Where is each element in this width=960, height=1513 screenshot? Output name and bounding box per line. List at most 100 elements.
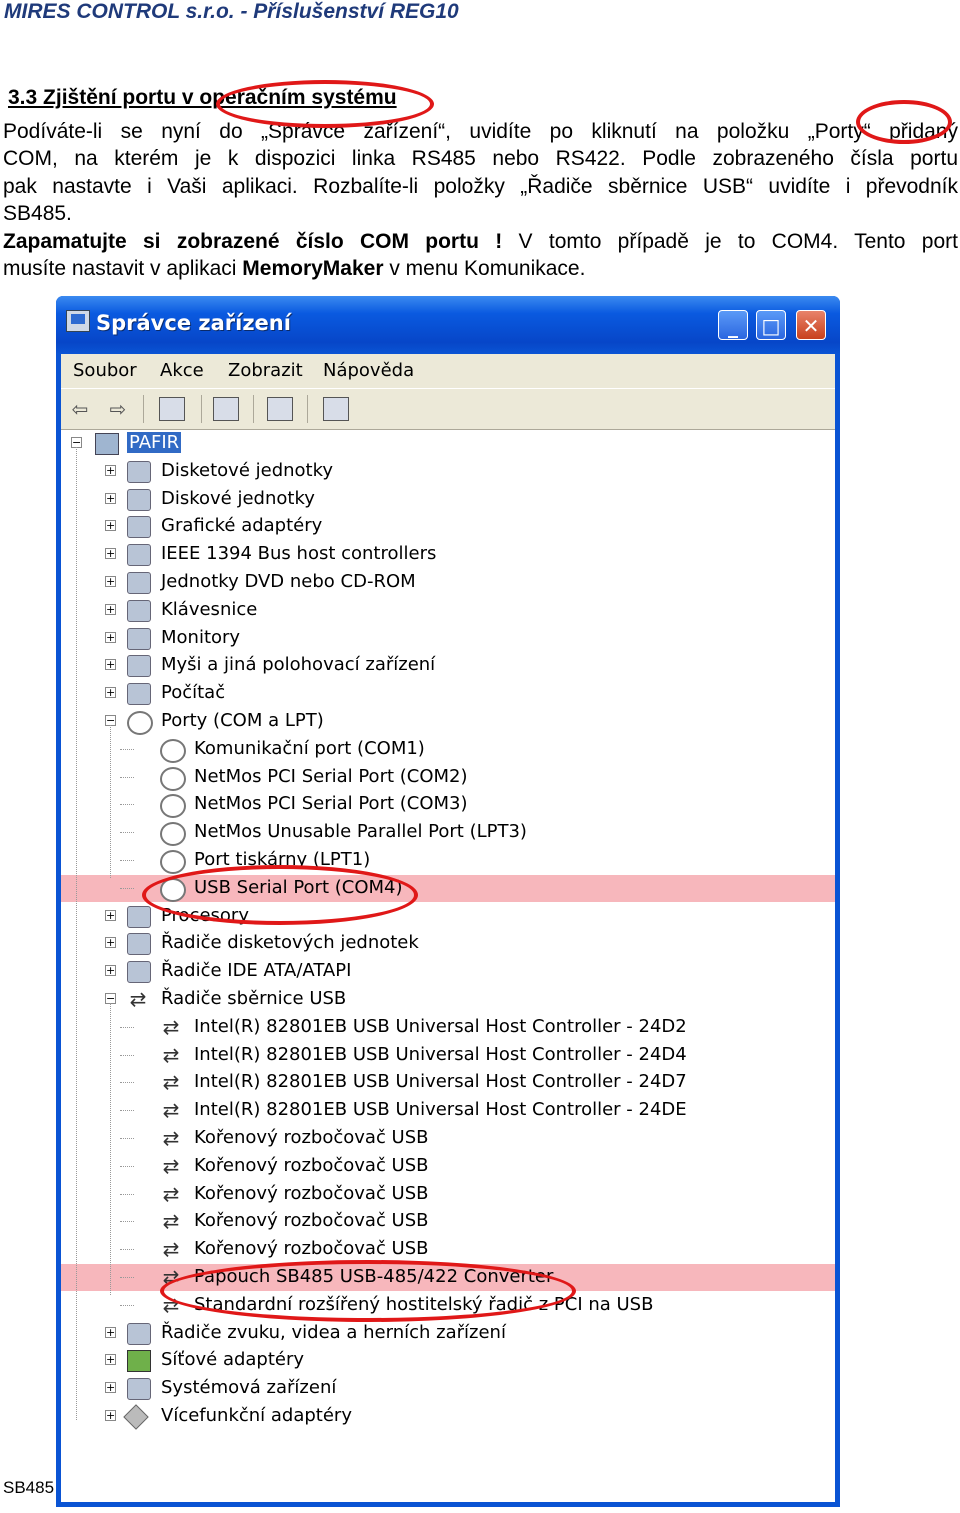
tree-connector [120, 804, 134, 806]
tree-row[interactable]: + Vícefunkční adaptéry [61, 1403, 835, 1430]
show-hide-tree-icon[interactable] [159, 397, 185, 421]
para2-text: musíte nastavit v aplikaci [3, 257, 243, 281]
tree-row[interactable]: NetMos PCI Serial Port (COM2) [61, 764, 835, 791]
tree-row[interactable]: + Řadiče IDE ATA/ATAPI [61, 958, 835, 985]
menu-akce[interactable]: Akce [160, 360, 204, 381]
tree-item-label: NetMos Unusable Parallel Port (LPT3) [194, 821, 527, 843]
help-icon[interactable] [267, 397, 293, 421]
tree-item-label: Disketové jednotky [161, 459, 334, 481]
tree-row[interactable]: + Řadiče disketových jednotek [61, 930, 835, 957]
computer-icon [95, 433, 119, 455]
port-icon [160, 822, 186, 847]
expand-icon[interactable]: + [105, 631, 116, 643]
tree-item-label: Systémová zařízení [161, 1377, 337, 1399]
tree-row[interactable]: NetMos Unusable Parallel Port (LPT3) [61, 819, 835, 847]
tree-row[interactable]: ⇄ Intel(R) 82801EB USB Universal Host Con… [61, 1042, 835, 1069]
port-icon [160, 738, 186, 763]
tree-row[interactable]: + Řadiče zvuku, videa a herních zařízení [61, 1320, 835, 1347]
expand-icon[interactable]: + [105, 965, 116, 977]
tree-connector [120, 1304, 134, 1306]
back-arrow-icon[interactable]: ⇦ [67, 397, 93, 421]
expand-icon[interactable]: + [105, 492, 116, 504]
expand-icon[interactable]: + [105, 520, 116, 532]
menu-soubor[interactable]: Soubor [73, 360, 137, 381]
minimize-button[interactable]: _ [718, 310, 748, 340]
usb-icon: ⇄ [162, 1126, 180, 1150]
tree-row[interactable]: ⇄ Kořenový rozbočovač USB [61, 1208, 835, 1235]
tree-item-label: IEEE 1394 Bus host controllers [161, 543, 437, 565]
expand-icon[interactable]: + [105, 576, 116, 587]
close-button[interactable]: ✕ [796, 310, 826, 340]
tree-row[interactable]: + Počítač [61, 680, 835, 707]
tree-row[interactable]: − Porty (COM a LPT) [61, 708, 835, 735]
expand-icon[interactable]: + [105, 909, 116, 921]
device-icon [127, 516, 151, 539]
tree-item-label: Kořenový rozbočovač USB [194, 1238, 429, 1260]
tree-row[interactable]: Komunikační port (COM1) [61, 736, 835, 763]
menu-napoveda[interactable]: Nápověda [323, 360, 414, 381]
usb-icon: ⇄ [129, 987, 147, 1011]
toolbar-separator [143, 395, 144, 423]
title-bar[interactable]: Správce zařízení _ □ ✕ [56, 296, 840, 354]
print-icon[interactable] [213, 397, 239, 421]
expand-icon[interactable]: + [105, 687, 116, 699]
properties-icon[interactable] [323, 397, 349, 421]
paragraph-1: Podíváte-li se nyní do „Správce zařízení… [3, 118, 958, 227]
expand-icon[interactable]: + [105, 548, 116, 560]
usb-icon: ⇄ [162, 1181, 180, 1206]
tree-row[interactable]: + Síťové adaptéry [61, 1347, 835, 1374]
tree-row[interactable]: − PAFIR [61, 430, 835, 457]
tree-item-label: Klávesnice [161, 598, 258, 620]
annotation-ellipse [142, 865, 418, 925]
tree-item-label: Komunikační port (COM1) [194, 737, 425, 759]
expand-icon[interactable]: + [105, 464, 116, 476]
expand-icon[interactable]: + [105, 1410, 116, 1421]
tree-row[interactable]: + Monitory [61, 625, 835, 652]
toolbar-separator [307, 395, 308, 423]
tree-item-label: Intel(R) 82801EB USB Universal Host Cont… [194, 1015, 687, 1037]
device-icon [127, 961, 151, 984]
tree-row[interactable]: + Grafické adaptéry [61, 513, 835, 540]
tree-row[interactable]: + Disketové jednotky [61, 458, 835, 485]
tree-row[interactable]: − ⇄ Řadiče sběrnice USB [61, 986, 835, 1013]
tree-row[interactable]: Port tiskárny (LPT1) [61, 847, 835, 874]
tree-connector [120, 1138, 134, 1139]
toolbar: ⇦ ⇨ [61, 388, 835, 430]
tree-row[interactable]: ⇄ Kořenový rozbočovač USB [61, 1125, 835, 1152]
expand-icon[interactable]: + [105, 937, 116, 949]
annotation-ellipse [160, 1260, 576, 1322]
expand-icon[interactable]: + [105, 1382, 116, 1394]
usb-icon: ⇄ [162, 1153, 180, 1178]
tree-item-label: Grafické adaptéry [161, 515, 323, 537]
device-icon [127, 599, 151, 622]
expand-icon[interactable]: + [105, 659, 116, 671]
expand-icon[interactable]: + [105, 1354, 116, 1366]
tree-row[interactable]: ⇄ Intel(R) 82801EB USB Universal Host Con… [61, 1097, 835, 1124]
tree-row[interactable]: + Systémová zařízení [61, 1375, 835, 1402]
tree-row[interactable]: ⇄ Kořenový rozbočovač USB [61, 1153, 835, 1180]
tree-row[interactable]: ⇄ Intel(R) 82801EB USB Universal Host Con… [61, 1014, 835, 1041]
tree-row[interactable]: + Klávesnice [61, 597, 835, 624]
tree-item-label: NetMos PCI Serial Port (COM3) [194, 793, 468, 815]
tree-row[interactable]: + Myši a jiná polohovací zařízení [61, 652, 835, 679]
para2-line-2: musíte nastavit v aplikaci MemoryMaker v… [3, 255, 958, 282]
maximize-button[interactable]: □ [756, 310, 786, 340]
forward-arrow-icon[interactable]: ⇨ [105, 397, 131, 421]
tree-item-label: Porty (COM a LPT) [161, 710, 324, 731]
tree-connector [120, 1193, 134, 1195]
menu-zobrazit[interactable]: Zobrazit [228, 360, 303, 381]
expand-icon[interactable]: + [105, 1326, 116, 1338]
usb-icon: ⇄ [162, 1098, 180, 1123]
expand-icon[interactable]: + [105, 603, 116, 615]
tree-row[interactable]: ⇄ Kořenový rozbočovač USB [61, 1236, 835, 1263]
tree-row[interactable]: + Diskové jednotky [61, 486, 835, 513]
tree-connector [120, 887, 134, 889]
tree-row[interactable]: ⇄ Kořenový rozbočovač USB [61, 1181, 835, 1208]
para2-text: v menu Komunikace. [383, 257, 586, 281]
toolbar-separator [253, 395, 254, 423]
annotation-ellipse [856, 100, 952, 144]
tree-row[interactable]: ⇄ Intel(R) 82801EB USB Universal Host Con… [61, 1069, 835, 1096]
tree-row[interactable]: NetMos PCI Serial Port (COM3) [61, 791, 835, 819]
tree-row[interactable]: + IEEE 1394 Bus host controllers [61, 541, 835, 568]
tree-row[interactable]: + Jednotky DVD nebo CD-ROM [61, 569, 835, 596]
